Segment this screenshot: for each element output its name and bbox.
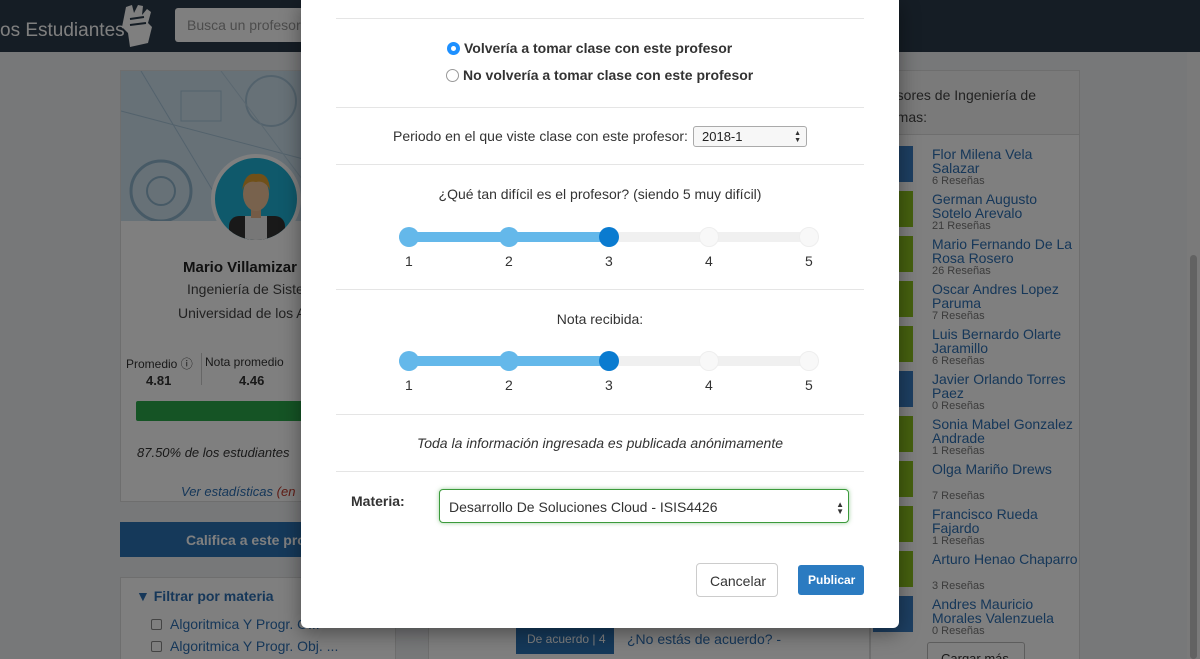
slider-step[interactable] [399, 227, 419, 247]
slider-tick-label: 4 [705, 377, 713, 393]
slider-step[interactable] [799, 351, 819, 371]
slider-tick-label: 3 [605, 377, 613, 393]
select-arrows-icon: ▲ ▼ [794, 130, 801, 144]
radio-yes[interactable] [447, 42, 460, 55]
materia-select[interactable]: Desarrollo De Soluciones Cloud - ISIS442… [439, 489, 849, 523]
materia-label: Materia: [351, 493, 405, 509]
period-select[interactable]: 2018-1 ▲ ▼ [693, 126, 807, 147]
divider [336, 164, 864, 165]
slider-tick-label: 2 [505, 377, 513, 393]
slider-step[interactable] [699, 227, 719, 247]
slider-step[interactable] [799, 227, 819, 247]
publish-button[interactable]: Publicar [798, 565, 864, 595]
difficulty-slider[interactable]: 1 2 3 4 5 [399, 227, 819, 269]
grade-slider[interactable]: 1 2 3 4 5 [399, 351, 819, 393]
slider-tick-label: 2 [505, 253, 513, 269]
divider [336, 18, 864, 19]
slider-tick-label: 5 [805, 377, 813, 393]
anonymous-note: Toda la información ingresada es publica… [416, 435, 784, 451]
slider-tick-label: 4 [705, 253, 713, 269]
slider-step[interactable] [399, 351, 419, 371]
slider-step[interactable] [699, 351, 719, 371]
difficulty-label: ¿Qué tan difícil es el profesor? (siendo… [438, 186, 762, 202]
option-would-take-again[interactable]: Volvería a tomar clase con este profesor [447, 40, 732, 56]
divider [336, 289, 864, 290]
cancel-button[interactable]: Cancelar [696, 563, 778, 597]
slider-tick-label: 3 [605, 253, 613, 269]
divider [336, 471, 864, 472]
select-arrows-icon: ▲ ▼ [836, 500, 844, 516]
slider-handle[interactable] [599, 351, 619, 371]
slider-step[interactable] [499, 227, 519, 247]
divider [336, 107, 864, 108]
option-would-not-take-again[interactable]: No volvería a tomar clase con este profe… [446, 67, 753, 83]
radio-no[interactable] [446, 69, 459, 82]
divider [336, 414, 864, 415]
grade-label: Nota recibida: [556, 311, 644, 327]
slider-tick-label: 1 [405, 253, 413, 269]
slider-tick-label: 1 [405, 377, 413, 393]
period-label: Periodo en el que viste clase con este p… [393, 128, 688, 144]
slider-tick-label: 5 [805, 253, 813, 269]
rating-modal: Volvería a tomar clase con este profesor… [301, 0, 899, 628]
slider-step[interactable] [499, 351, 519, 371]
slider-handle[interactable] [599, 227, 619, 247]
